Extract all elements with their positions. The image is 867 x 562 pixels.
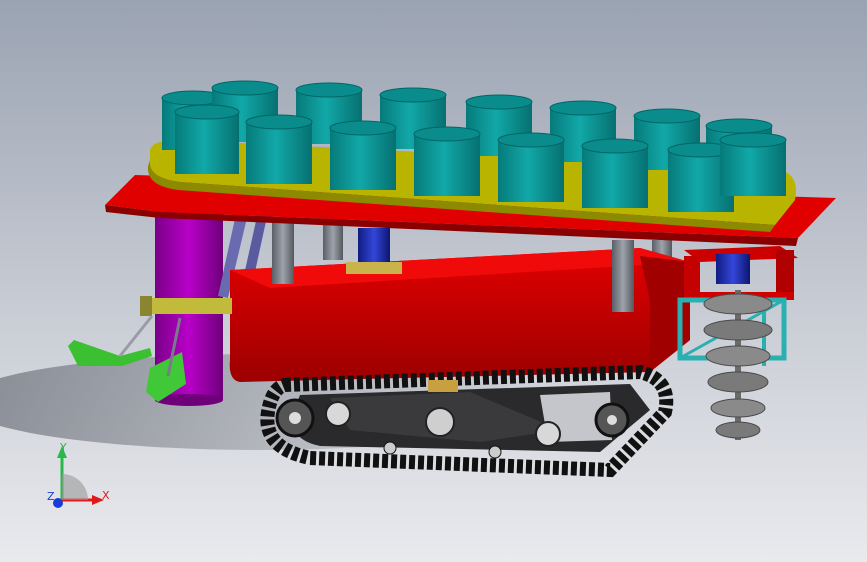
x-axis-label: X [102, 489, 110, 502]
small-roller-1 [383, 441, 397, 455]
cad-viewport[interactable]: Y X Z [0, 0, 867, 562]
support-post-front-left [272, 222, 294, 284]
small-roller-2 [488, 445, 502, 459]
rear-motor [716, 254, 750, 284]
seedling-cup [719, 132, 787, 196]
seedling-cup [581, 138, 649, 208]
tube-clamp [144, 298, 232, 314]
road-wheel-2 [425, 407, 455, 437]
road-wheel-1 [325, 401, 351, 427]
triad-arc [62, 474, 88, 500]
support-post-front-right [612, 240, 634, 312]
seedling-cup [245, 114, 313, 184]
gold-gear [428, 380, 458, 392]
coordinate-triad: Y X Z [47, 441, 110, 508]
road-wheel-3 [535, 421, 561, 447]
motor-center [358, 228, 390, 264]
motor-mount-plate [346, 262, 402, 274]
machine-model-render: Y X Z [0, 80, 836, 508]
seedling-cup [497, 132, 565, 202]
drive-wheel-front-hub [289, 412, 301, 424]
y-axis-label: Y [59, 441, 67, 454]
seedling-cup [174, 104, 240, 174]
seedling-cup [329, 120, 397, 190]
z-axis-label: Z [47, 490, 55, 503]
idler-wheel-rear-hub [607, 415, 617, 425]
tube-clamp-bolt [140, 296, 152, 316]
seedling-cup [413, 126, 481, 196]
